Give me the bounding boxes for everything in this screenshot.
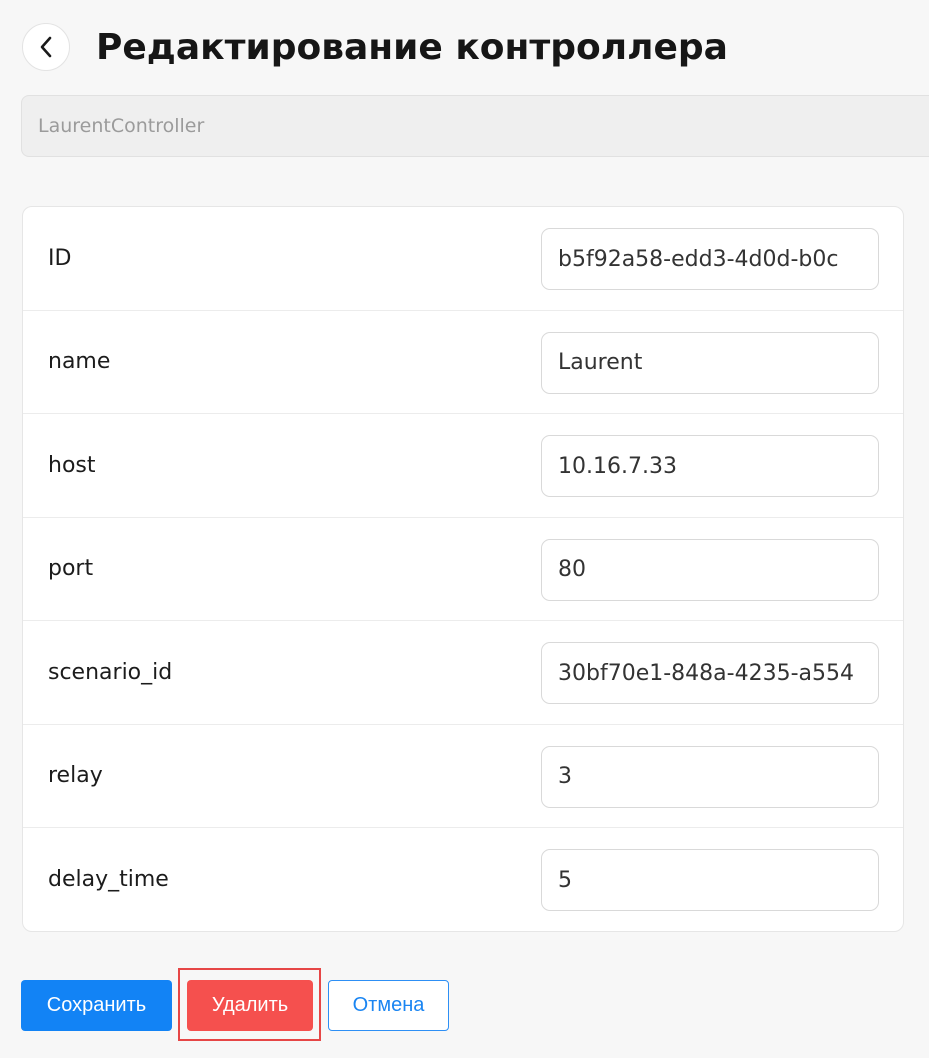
properties-card: ID name host port scenario_id relay dela… (22, 206, 904, 932)
field-input-port[interactable] (541, 538, 879, 601)
field-label-scenario-id: scenario_id (48, 659, 173, 685)
field-input-scenario-id[interactable] (541, 642, 879, 704)
save-button[interactable]: Сохранить (21, 980, 172, 1031)
cancel-button[interactable]: Отмена (328, 980, 449, 1031)
field-label-delay-time: delay_time (48, 867, 169, 893)
field-row-host: host (23, 414, 903, 518)
page-title: Редактирование контроллера (96, 27, 728, 68)
field-row-relay: relay (23, 725, 903, 828)
back-button[interactable] (22, 23, 70, 71)
field-row-name: name (23, 311, 903, 414)
controller-type-field[interactable] (21, 95, 929, 157)
field-row-port: port (23, 518, 903, 621)
field-row-delay-time: delay_time (23, 828, 903, 931)
field-row-scenario-id: scenario_id (23, 621, 903, 725)
delete-button[interactable]: Удалить (187, 980, 313, 1031)
field-input-id[interactable] (541, 228, 879, 290)
field-label-relay: relay (48, 763, 103, 789)
field-row-id: ID (23, 207, 903, 311)
field-label-id: ID (48, 245, 72, 271)
field-input-relay[interactable] (541, 745, 879, 808)
field-input-delay-time[interactable] (541, 849, 879, 911)
field-input-name[interactable] (541, 331, 879, 394)
field-input-host[interactable] (541, 435, 879, 497)
chevron-left-icon (38, 36, 54, 58)
field-label-port: port (48, 556, 94, 582)
field-label-name: name (48, 349, 111, 375)
field-label-host: host (48, 452, 96, 478)
